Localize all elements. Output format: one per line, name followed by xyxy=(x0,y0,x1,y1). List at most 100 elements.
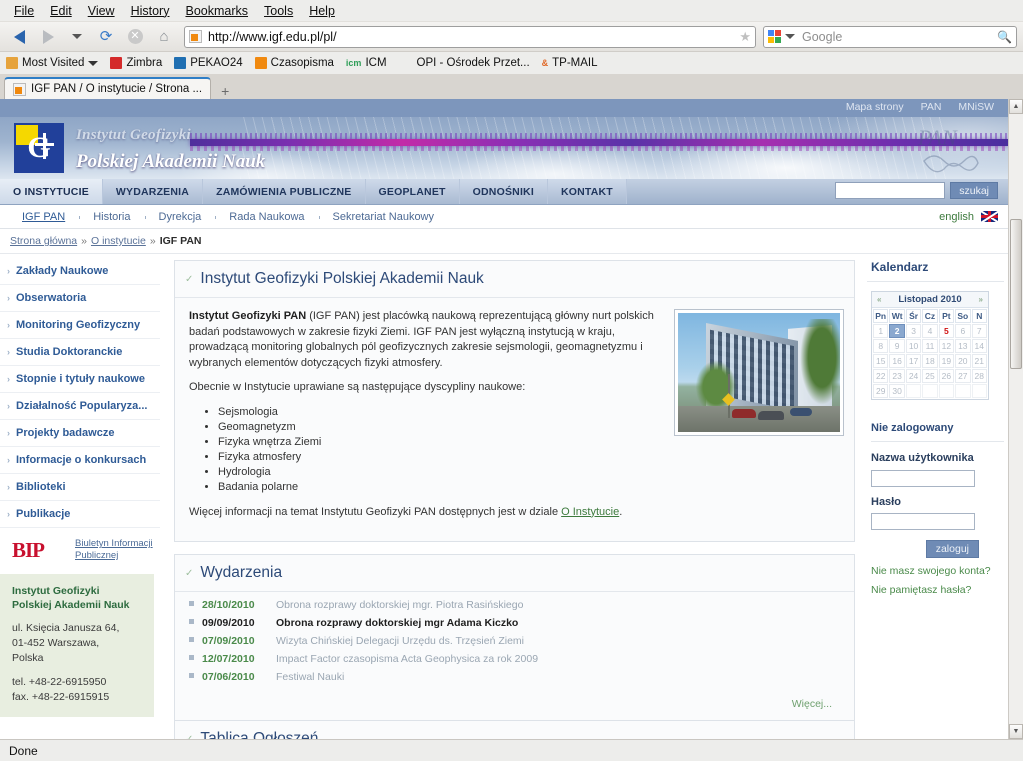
vertical-scrollbar[interactable]: ▲ ▼ xyxy=(1008,99,1023,739)
calendar-day[interactable]: 15 xyxy=(873,354,889,368)
calendar-day[interactable]: 9 xyxy=(889,339,905,353)
subnav-rada-naukowa[interactable]: Rada Naukowa xyxy=(215,211,318,223)
back-button[interactable] xyxy=(6,25,32,49)
sidebar-item-dzialalnosc-popularyzatorska[interactable]: › Działalność Popularyza... xyxy=(0,393,160,420)
events-more-link[interactable]: Więcej... xyxy=(175,692,854,720)
bookmark-icm[interactable]: icm ICM xyxy=(346,57,387,69)
calendar-day[interactable]: 17 xyxy=(905,354,922,368)
bookmark-opi[interactable]: OPI - Ośrodek Przet... xyxy=(417,57,530,69)
language-switcher[interactable]: english xyxy=(939,211,998,223)
password-input[interactable] xyxy=(871,513,975,530)
username-input[interactable] xyxy=(871,469,975,487)
calendar-day-selected[interactable]: 2 xyxy=(889,324,905,338)
scrollbar-thumb[interactable] xyxy=(1010,219,1022,369)
nav-wydarzenia[interactable]: WYDARZENIA xyxy=(102,179,204,204)
calendar-day[interactable]: 24 xyxy=(905,369,922,383)
menu-history[interactable]: History xyxy=(123,2,178,20)
breadcrumb-parent[interactable]: O instytucie xyxy=(91,235,146,247)
subnav-sekretariat-naukowy[interactable]: Sekretariat Naukowy xyxy=(318,211,449,223)
top-link-pan[interactable]: PAN xyxy=(921,101,942,113)
list-item[interactable]: 28/10/2010 Obrona rozprawy doktorskiej m… xyxy=(189,596,840,614)
calendar-day[interactable]: 29 xyxy=(873,384,889,398)
history-dropdown-button[interactable] xyxy=(64,25,90,49)
forgot-password-link[interactable]: Nie pamiętasz hasła? xyxy=(871,584,1008,596)
forward-button[interactable] xyxy=(35,25,61,49)
register-link[interactable]: Nie masz swojego konta? xyxy=(871,565,1008,577)
calendar-day[interactable]: 21 xyxy=(971,354,987,368)
menu-tools[interactable]: Tools xyxy=(256,2,301,20)
igf-logo-icon[interactable]: G xyxy=(14,123,64,173)
calendar-day[interactable]: 6 xyxy=(955,324,971,338)
list-item[interactable]: 07/06/2010 Festiwal Nauki xyxy=(189,668,840,686)
sidebar-item-informacje-o-konkursach[interactable]: › Informacje o konkursach xyxy=(0,447,160,474)
calendar-day[interactable]: 26 xyxy=(938,369,955,383)
search-engine-chevron-icon[interactable] xyxy=(785,34,795,39)
nav-zamowienia-publiczne[interactable]: ZAMÓWIENIA PUBLICZNE xyxy=(203,179,366,204)
calendar-day[interactable]: 18 xyxy=(922,354,938,368)
tab-igf-pan[interactable]: IGF PAN / O instytucie / Strona ... xyxy=(4,77,212,99)
nav-geoplanet[interactable]: GEOPLANET xyxy=(365,179,460,204)
calendar-day[interactable]: 13 xyxy=(955,339,971,353)
calendar-day[interactable]: 30 xyxy=(889,384,905,398)
about-instytucie-link[interactable]: O Instytucie xyxy=(561,506,619,518)
home-button[interactable]: ⌂ xyxy=(151,25,177,49)
menu-help[interactable]: Help xyxy=(301,2,343,20)
bookmark-zimbra[interactable]: Zimbra xyxy=(110,57,162,69)
bookmark-tpmail[interactable]: & TP-MAIL xyxy=(542,57,598,69)
calendar-day[interactable]: 10 xyxy=(905,339,922,353)
event-title[interactable]: Festiwal Nauki xyxy=(276,668,344,686)
list-item[interactable]: 09/09/2010 Obrona rozprawy doktorskiej m… xyxy=(189,614,840,632)
sidebar-item-projekty-badawcze[interactable]: › Projekty badawcze xyxy=(0,420,160,447)
calendar-day[interactable]: 1 xyxy=(873,324,889,338)
bookmark-czasopisma[interactable]: Czasopisma xyxy=(254,57,334,69)
calendar-prev-button[interactable]: « xyxy=(877,295,881,304)
subnav-dyrekcja[interactable]: Dyrekcja xyxy=(144,211,216,223)
bookmark-star-icon[interactable]: ★ xyxy=(739,29,751,45)
event-title[interactable]: Obrona rozprawy doktorskiej mgr Adama Ki… xyxy=(276,614,518,632)
calendar-day[interactable]: 12 xyxy=(938,339,955,353)
calendar-day[interactable]: 23 xyxy=(889,369,905,383)
sidebar-item-publikacje[interactable]: › Publikacje xyxy=(0,501,160,528)
calendar-day[interactable]: 16 xyxy=(889,354,905,368)
login-button[interactable]: zaloguj xyxy=(925,540,979,558)
sidebar-item-stopnie-i-tytuly-naukowe[interactable]: › Stopnie i tytuły naukowe xyxy=(0,366,160,393)
calendar-day[interactable]: 14 xyxy=(971,339,987,353)
scroll-down-button[interactable]: ▼ xyxy=(1009,724,1023,739)
calendar-day[interactable]: 20 xyxy=(955,354,971,368)
subnav-historia[interactable]: Historia xyxy=(79,211,144,223)
menu-view[interactable]: View xyxy=(80,2,123,20)
search-input[interactable]: Google xyxy=(795,30,997,44)
top-link-sitemap[interactable]: Mapa strony xyxy=(846,101,904,113)
new-tab-button[interactable]: + xyxy=(211,83,239,99)
bookmark-pekao24[interactable]: PEKAO24 xyxy=(174,57,243,69)
subnav-igf-pan[interactable]: IGF PAN xyxy=(8,211,79,223)
nav-kontakt[interactable]: KONTAKT xyxy=(547,179,627,204)
search-icon[interactable]: 🔍 xyxy=(997,30,1012,44)
top-link-mnisw[interactable]: MNiSW xyxy=(958,101,994,113)
calendar-day[interactable]: 3 xyxy=(905,324,922,338)
calendar-day[interactable]: 19 xyxy=(938,354,955,368)
event-title[interactable]: Obrona rozprawy doktorskiej mgr. Piotra … xyxy=(276,596,523,614)
calendar-day[interactable]: 8 xyxy=(873,339,889,353)
stop-button[interactable]: ✕ xyxy=(122,25,148,49)
sidebar-item-zaklady-naukowe[interactable]: › Zakłady Naukowe xyxy=(0,258,160,285)
search-bar[interactable]: Google 🔍 xyxy=(763,25,1017,48)
reload-button[interactable]: ⟳ xyxy=(93,25,119,49)
calendar-day-holiday[interactable]: 5 xyxy=(938,324,955,338)
sidebar-item-obserwatoria[interactable]: › Obserwatoria xyxy=(0,285,160,312)
bookmark-most-visited[interactable]: Most Visited xyxy=(6,57,99,69)
site-search-input[interactable] xyxy=(835,182,946,199)
calendar-day[interactable]: 22 xyxy=(873,369,889,383)
calendar-day[interactable]: 11 xyxy=(922,339,938,353)
event-title[interactable]: Wizyta Chińskiej Delegacji Urzędu ds. Tr… xyxy=(276,632,524,650)
site-search-button[interactable]: szukaj xyxy=(950,182,998,199)
nav-odnosniki[interactable]: ODNOŚNIKI xyxy=(459,179,548,204)
list-item[interactable]: 12/07/2010 Impact Factor czasopisma Acta… xyxy=(189,650,840,668)
calendar-day[interactable]: 28 xyxy=(971,369,987,383)
menu-bookmarks[interactable]: Bookmarks xyxy=(177,2,256,20)
calendar-day[interactable]: 27 xyxy=(955,369,971,383)
address-bar[interactable]: http://www.igf.edu.pl/pl/ ★ xyxy=(184,25,756,48)
event-title[interactable]: Impact Factor czasopisma Acta Geophysica… xyxy=(276,650,538,668)
sidebar-item-monitoring-geofizyczny[interactable]: › Monitoring Geofizyczny xyxy=(0,312,160,339)
calendar-day[interactable]: 4 xyxy=(922,324,938,338)
